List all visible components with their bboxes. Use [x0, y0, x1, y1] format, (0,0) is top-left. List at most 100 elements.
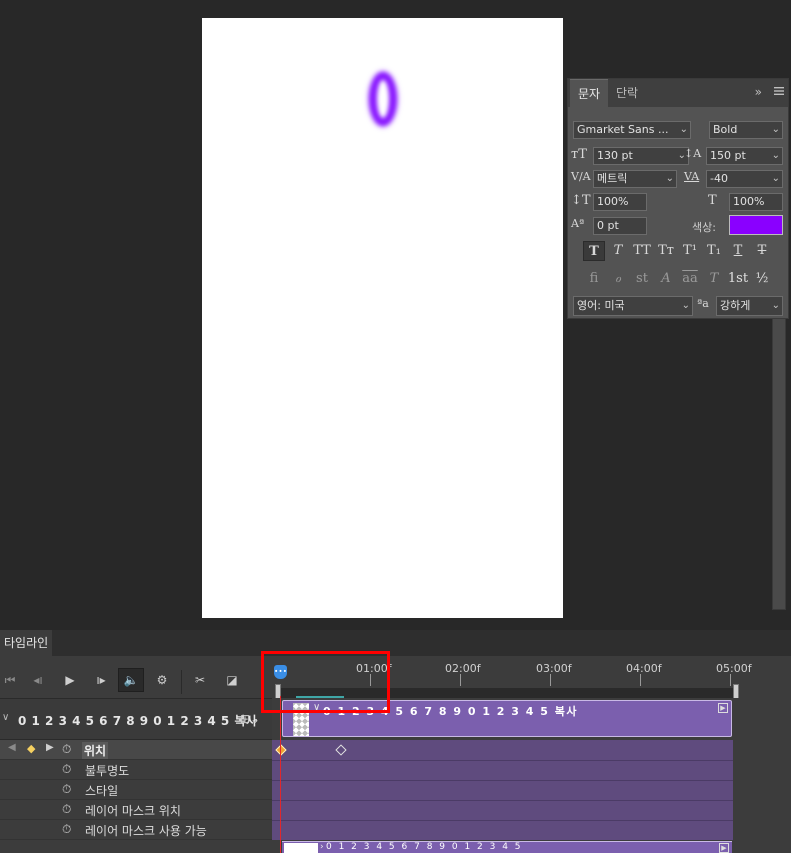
horizontal-scale-icon: T [708, 193, 717, 208]
fractions-button[interactable]: ½ [751, 269, 773, 289]
keyframe-selected[interactable] [275, 744, 287, 756]
baseline-shift-value: 0 pt [597, 219, 619, 232]
small-caps-button[interactable]: Tт [655, 241, 677, 261]
keyframe[interactable] [335, 744, 347, 756]
antialias-value: 강하게 [720, 299, 751, 312]
property-label: 위치 [82, 742, 109, 759]
property-row-opacity[interactable]: ⏱ 불투명도 [0, 760, 272, 780]
discretionary-ligatures-button[interactable]: ℴ [607, 269, 629, 289]
timeline-tabbar: 타임라인 [0, 630, 791, 656]
stopwatch-icon[interactable]: ⏱ [62, 802, 71, 817]
kerning-value: 메트릭 [597, 172, 628, 185]
property-row-position[interactable]: ◀ ◆ ▶ ⏱ 위치 [0, 740, 272, 760]
second-layer-clip[interactable]: › 0 1 2 3 4 5 6 7 8 9 0 1 2 3 4 5 ▶ [282, 841, 732, 853]
ordinals-button[interactable]: 1st [727, 269, 749, 289]
property-row-style[interactable]: ⏱ 스타일 [0, 780, 272, 800]
ruler-label-4s: 04:00f [626, 662, 662, 675]
clip-expand-icon[interactable]: ▶ [719, 843, 729, 853]
stopwatch-icon[interactable]: ⏱ [62, 742, 71, 757]
clip-expand-icon[interactable]: ▶ [718, 703, 728, 713]
vertical-scale-field[interactable]: 100% [593, 193, 647, 211]
property-tracks[interactable] [272, 740, 733, 840]
go-to-first-frame-icon[interactable]: ⏮ [0, 670, 20, 690]
vertical-scrollbar[interactable] [772, 318, 786, 610]
subscript-button[interactable]: T₁ [703, 241, 725, 261]
stopwatch-icon[interactable]: ⏱ [62, 782, 71, 797]
chevron-down-icon: ⌄ [771, 150, 780, 161]
stylistic-alternates-button[interactable]: st [631, 269, 653, 289]
clip-collapse-icon[interactable]: › [320, 842, 324, 852]
kerning-select[interactable]: 메트릭 ⌄ [593, 170, 677, 188]
track-area[interactable]: ∨ 0 1 2 3 4 5 6 7 8 9 0 1 2 3 4 5 복사 ▶ ›… [272, 698, 791, 853]
property-row-mask-position[interactable]: ⏱ 레이어 마스크 위치 [0, 800, 272, 820]
swash-button[interactable]: A [655, 269, 677, 289]
tracking-value: -40 [710, 172, 728, 185]
next-frame-icon[interactable]: ı▸ [91, 670, 111, 690]
font-size-icon: ᴛT [571, 147, 587, 162]
property-row-mask-enable[interactable]: ⏱ 레이어 마스크 사용 가능 [0, 820, 272, 840]
previous-keyframe-icon[interactable]: ◀ [8, 742, 16, 753]
underline-button[interactable]: T [727, 241, 749, 261]
split-scissors-icon[interactable]: ✂ [190, 670, 210, 690]
ruler-tick [460, 674, 461, 686]
ruler-label-5s: 05:00f [716, 662, 752, 675]
all-caps-button[interactable]: TT [631, 241, 653, 261]
ruler-tick [730, 674, 731, 686]
antialias-select[interactable]: 강하게 ⌄ [716, 296, 783, 316]
property-label: 불투명도 [85, 764, 130, 778]
track-divider [272, 780, 733, 781]
tracking-select[interactable]: -40 ⌄ [706, 170, 783, 188]
font-family-select[interactable]: Gmarket Sans ... ⌄ [573, 121, 691, 139]
toolbar-divider [181, 670, 182, 694]
annotation-highlight-box [261, 651, 390, 713]
tab-timeline[interactable]: 타임라인 [0, 630, 53, 656]
transition-icon[interactable]: ◪ [222, 670, 242, 690]
language-select[interactable]: 영어: 미국 ⌄ [573, 296, 693, 316]
font-size-value: 130 pt [597, 149, 633, 162]
faux-bold-button[interactable]: T [583, 241, 605, 261]
film-strip-icon[interactable]: ⊞⌄ [240, 712, 260, 726]
layer-row[interactable]: ∨ 0 1 2 3 4 5 6 7 8 9 0 1 2 3 4 5 복사 ⊞⌄ [0, 698, 272, 740]
clip-thumbnail [284, 843, 318, 853]
ruler-tick [550, 674, 551, 686]
clip-label: 0 1 2 3 4 5 6 7 8 9 0 1 2 3 4 5 [326, 842, 523, 852]
property-label: 레이어 마스크 위치 [85, 804, 181, 818]
playhead-line[interactable] [280, 696, 281, 853]
font-family-value: Gmarket Sans ... [577, 123, 669, 136]
text-layer-glyph[interactable] [369, 72, 397, 126]
tab-paragraph[interactable]: 단락 [608, 79, 646, 107]
stopwatch-icon[interactable]: ⏱ [62, 822, 71, 837]
play-icon[interactable]: ▶ [60, 670, 80, 690]
titling-alternates-button[interactable]: aa [679, 269, 701, 289]
expand-panel-icon[interactable]: » [755, 85, 762, 99]
vertical-scale-value: 100% [597, 195, 629, 208]
track-divider [272, 820, 733, 821]
gear-icon[interactable]: ⚙ [152, 670, 172, 690]
tab-character[interactable]: 문자 [570, 79, 609, 107]
font-style-value: Bold [713, 123, 738, 136]
faux-italic-button[interactable]: T [607, 241, 629, 261]
ligatures-button[interactable]: ﬁ [583, 269, 605, 289]
leading-field[interactable]: 150 pt ⌄ [706, 147, 783, 165]
horizontal-scale-field[interactable]: 100% [729, 193, 783, 211]
horizontal-scale-value: 100% [733, 195, 765, 208]
tracking-icon: VA [684, 170, 700, 183]
hamburger-icon[interactable] [774, 85, 784, 99]
audio-icon[interactable]: 🔈 [118, 668, 144, 692]
stylistic-set-button[interactable]: T [703, 269, 725, 289]
strikethrough-button[interactable]: T [751, 241, 773, 261]
stopwatch-icon[interactable]: ⏱ [62, 762, 71, 777]
leading-value: 150 pt [710, 149, 746, 162]
text-color-swatch[interactable] [729, 215, 783, 235]
superscript-button[interactable]: T¹ [679, 241, 701, 261]
add-keyframe-icon[interactable]: ◆ [27, 742, 35, 755]
font-style-select[interactable]: Bold ⌄ [709, 121, 783, 139]
property-label: 레이어 마스크 사용 가능 [85, 824, 207, 838]
chevron-down-icon: ⌄ [771, 300, 780, 311]
font-size-field[interactable]: 130 pt ⌄ [593, 147, 689, 165]
baseline-shift-field[interactable]: 0 pt [593, 217, 647, 235]
color-label: 색상: [692, 221, 716, 234]
next-keyframe-icon[interactable]: ▶ [46, 742, 54, 753]
collapse-chevron-icon[interactable]: ∨ [2, 712, 9, 723]
previous-frame-icon[interactable]: ◂ı [28, 670, 48, 690]
